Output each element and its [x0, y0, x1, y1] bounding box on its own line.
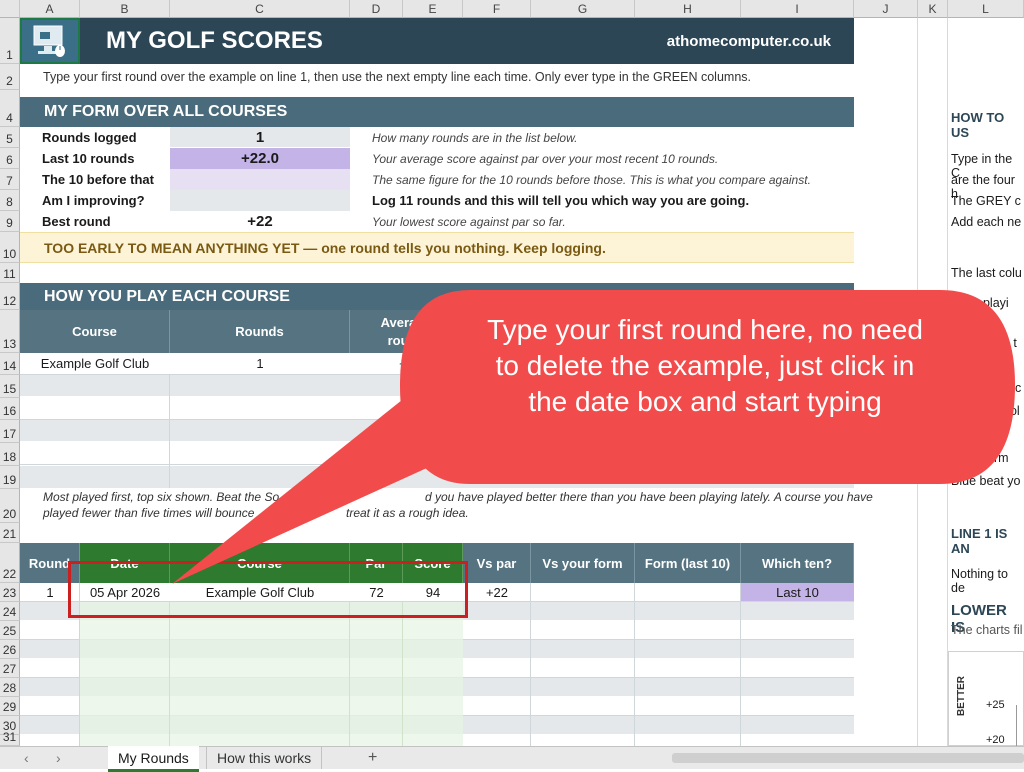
tab-how-this-works[interactable]: How this works	[206, 747, 323, 769]
scroll-left-icon[interactable]: ‹	[14, 747, 39, 769]
scroll-right-icon[interactable]: ›	[46, 747, 71, 769]
horizontal-scrollbar[interactable]	[672, 753, 1024, 763]
add-sheet-button[interactable]: +	[358, 747, 387, 769]
callout-text: Type your first round here, no need to d…	[487, 314, 923, 417]
tab-my-rounds[interactable]: My Rounds	[108, 746, 199, 772]
sheet-tab-bar: ‹ › My Rounds How this works +	[0, 746, 1024, 772]
